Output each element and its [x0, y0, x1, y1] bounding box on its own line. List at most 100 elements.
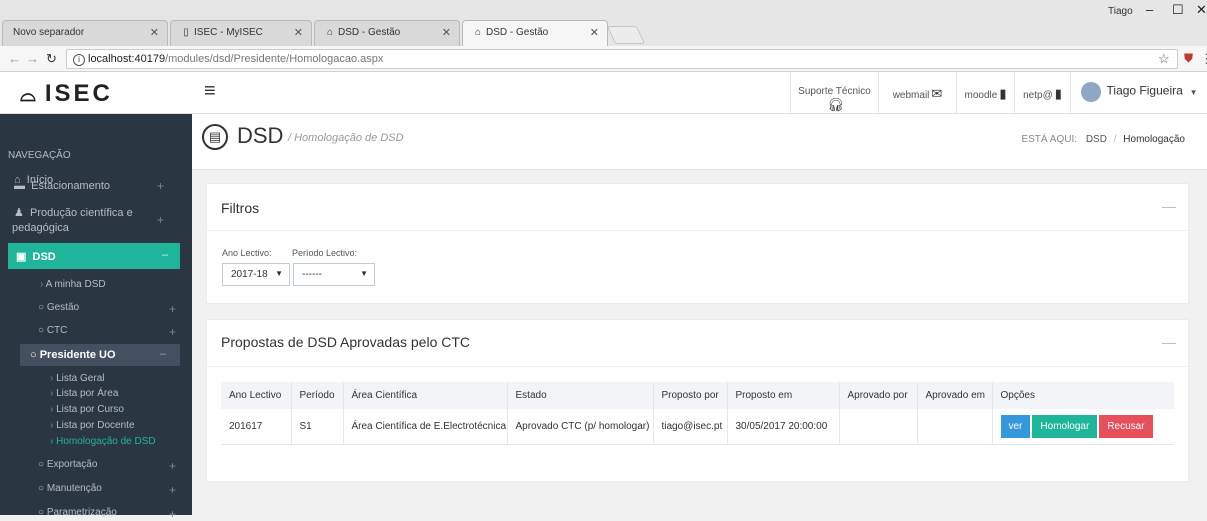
maximize-icon[interactable]: ☐	[1172, 2, 1184, 18]
sidebar-item-producao[interactable]: ♟ Produção científica e pedagógica +	[12, 206, 192, 236]
book-icon: ▮	[999, 86, 1007, 101]
sidebar-item-label: Produção científica e	[30, 207, 133, 219]
tab-label: DSD - Gestão	[338, 27, 401, 38]
info-icon[interactable]: i	[73, 54, 85, 66]
browser-tab[interactable]: ⌂ DSD - Gestão ✕	[314, 20, 460, 46]
column-header[interactable]: Ano Lectivo	[221, 382, 292, 409]
close-window-icon[interactable]: ✕	[1196, 2, 1207, 18]
periodo-lectivo-select[interactable]: ------ ▼	[293, 263, 375, 286]
reload-icon[interactable]: ↻	[46, 51, 57, 67]
sidebar-item-label: CTC	[46, 325, 68, 336]
sidebar-sub-lista-geral[interactable]: › Lista Geral	[50, 373, 104, 384]
forward-arrow-icon[interactable]: →	[26, 51, 39, 66]
tab-label: DSD - Gestão	[486, 27, 549, 38]
column-header[interactable]: Proposto por	[653, 382, 728, 409]
sidebar-item-label: Exportação	[46, 459, 98, 470]
table-row: 201617 S1 Área Científica de E.Electroté…	[221, 409, 1174, 445]
close-icon[interactable]: ✕	[150, 26, 159, 39]
sidebar-item-dsd[interactable]: ▣ DSD –	[8, 243, 180, 269]
suporte-link[interactable]: Suporte Técnico🎧︎	[790, 72, 878, 113]
webmail-link[interactable]: webmail ✉	[878, 72, 956, 113]
breadcrumb-link-dsd[interactable]: DSD	[1086, 134, 1107, 145]
sidebar-item-gestao[interactable]: ○ Gestão +	[38, 302, 192, 316]
column-header[interactable]: Área Científica	[343, 382, 508, 409]
tab-label: Novo separador	[13, 27, 85, 38]
sidebar-sub-lista-docente[interactable]: › Lista por Docente	[50, 420, 135, 431]
chevron-right-icon: ›	[40, 279, 44, 290]
sidebar-item-ctc[interactable]: ○ CTC +	[38, 325, 192, 339]
expand-plus-icon[interactable]: +	[169, 459, 176, 473]
table-cell: 201617	[221, 409, 292, 445]
homologar-button[interactable]: Homologar	[1032, 414, 1098, 438]
sidebar-item-estacionamento[interactable]: ▬ Estacionamento +	[14, 179, 192, 193]
sidebar-item-minha-dsd[interactable]: › A minha DSD	[40, 279, 180, 290]
table-cell: 30/05/2017 20:00:00	[727, 409, 840, 445]
sidebar-sub-homologacao[interactable]: › Homologação de DSD	[50, 436, 156, 447]
collapse-icon[interactable]: —	[1162, 334, 1176, 350]
sidebar-item-parametrizacao[interactable]: ○ Parametrização +	[38, 507, 192, 521]
hamburger-menu-icon[interactable]: ≡	[204, 80, 216, 103]
sidebar-sub-lista-curso[interactable]: › Lista por Curso	[50, 404, 124, 415]
sidebar-item-presidente-uo[interactable]: ○ Presidente UO –	[20, 344, 180, 366]
column-header[interactable]: Estado	[507, 382, 654, 409]
breadcrumb-current: Homologação	[1123, 134, 1185, 145]
sidebar-sub-lista-area[interactable]: › Lista por Área	[50, 388, 118, 399]
expand-plus-icon[interactable]: +	[157, 213, 164, 228]
sidebar-item-label: Homologação de DSD	[56, 436, 156, 447]
expand-plus-icon[interactable]: +	[169, 483, 176, 497]
netp-link[interactable]: netp@ ▮	[1014, 72, 1070, 113]
caret-down-icon: ▼	[360, 269, 368, 278]
expand-plus-icon[interactable]: +	[169, 507, 176, 521]
circle-icon: ○	[38, 483, 45, 494]
ano-lectivo-select[interactable]: 2017-18 ▼	[222, 263, 290, 286]
browser-tab[interactable]: Novo separador ✕	[2, 20, 168, 46]
minimize-icon[interactable]: –	[1146, 2, 1153, 17]
collapse-icon[interactable]: —	[1162, 198, 1176, 214]
avatar	[1080, 82, 1101, 102]
expand-plus-icon[interactable]: +	[157, 179, 164, 193]
divider	[207, 366, 1188, 367]
browser-tab[interactable]: ▯ ISEC - MyISEC ✕	[170, 20, 312, 46]
sidebar-item-label: Presidente UO	[39, 349, 116, 361]
caret-down-icon: ▼	[275, 269, 283, 278]
table-cell: tiago@isec.pt	[653, 409, 728, 445]
book-icon: ▤	[202, 124, 228, 150]
sidebar-item-exportacao[interactable]: ○ Exportação +	[38, 459, 192, 473]
close-icon[interactable]: ✕	[442, 26, 451, 39]
ver-button[interactable]: ver	[1000, 414, 1031, 438]
column-header[interactable]: Proposto em	[727, 382, 840, 409]
person-icon: ♟	[14, 207, 24, 219]
browser-tab-active[interactable]: ⌂ DSD - Gestão ✕	[462, 20, 608, 46]
isec-logo[interactable]: ⌓ ISEC	[20, 80, 113, 108]
netp-label: netp@	[1023, 90, 1053, 101]
recusar-button[interactable]: Recusar	[1099, 414, 1153, 438]
close-icon[interactable]: ✕	[590, 26, 599, 39]
moodle-link[interactable]: moodle ▮	[956, 72, 1014, 113]
isec-logo-icon: ⌂	[474, 27, 482, 38]
column-header[interactable]: Aprovado em	[917, 382, 993, 409]
user-name: Tiago Figueira	[1106, 83, 1183, 98]
ublock-shield-icon[interactable]: ⛊	[1184, 51, 1193, 66]
webmail-label: webmail	[892, 90, 930, 101]
sidebar-item-label: Estacionamento	[31, 180, 111, 192]
menu-dots-icon[interactable]: ⋮	[1200, 51, 1207, 67]
expand-plus-icon[interactable]: +	[169, 325, 176, 339]
column-header[interactable]: Período	[291, 382, 344, 409]
new-tab-button[interactable]	[606, 26, 646, 44]
star-icon[interactable]: ☆	[1158, 51, 1170, 67]
collapse-minus-icon[interactable]: –	[160, 348, 166, 360]
url-input[interactable]: i localhost:40179/modules/dsd/Presidente/…	[66, 49, 1178, 69]
user-menu[interactable]: Tiago Figueira ▼	[1070, 72, 1207, 113]
sidebar-item-manutencao[interactable]: ○ Manutenção +	[38, 483, 192, 497]
sidebar-item-label: Gestão	[46, 302, 80, 313]
circle-icon: ○	[38, 507, 45, 518]
breadcrumb: ESTÁ AQUI: DSD / Homologação	[1021, 134, 1185, 145]
collapse-minus-icon[interactable]: –	[162, 249, 168, 261]
caret-down-icon: ▼	[1189, 87, 1198, 97]
column-header[interactable]: Aprovado por	[839, 382, 918, 409]
back-arrow-icon[interactable]: ←	[8, 51, 21, 66]
close-icon[interactable]: ✕	[294, 26, 303, 39]
divider	[207, 230, 1188, 231]
expand-plus-icon[interactable]: +	[169, 302, 176, 316]
ano-lectivo-value: 2017-18	[231, 269, 268, 280]
